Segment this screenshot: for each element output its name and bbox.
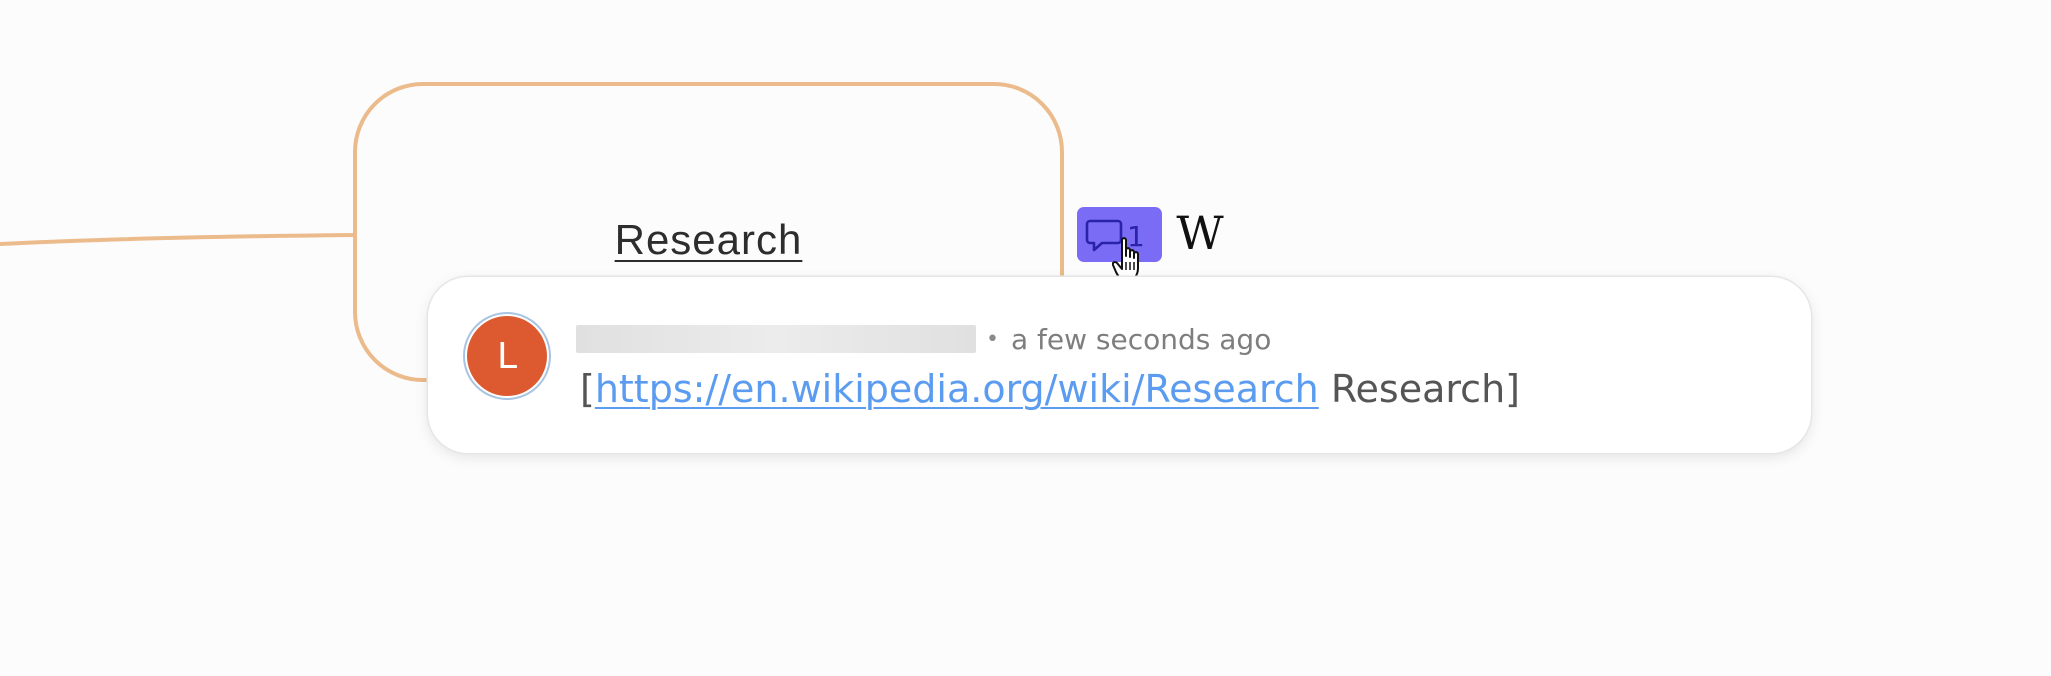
comment-timestamp: a few seconds ago bbox=[1010, 322, 1272, 356]
meta-separator: • bbox=[986, 326, 999, 352]
comment-trailing-text: Research] bbox=[1318, 367, 1520, 411]
wikipedia-icon[interactable]: W bbox=[1170, 208, 1230, 258]
avatar: L bbox=[467, 316, 547, 396]
comment-open-bracket: [ bbox=[580, 367, 595, 411]
comment-meta: • a few seconds ago bbox=[576, 319, 1271, 359]
avatar-initial: L bbox=[496, 335, 518, 377]
comment-link[interactable]: https://en.wikipedia.org/wiki/Research bbox=[595, 367, 1319, 411]
mindmap-canvas[interactable]: Research 1 W L • a few seconds ago [http… bbox=[0, 0, 2051, 676]
node-title[interactable]: Research bbox=[357, 216, 1060, 264]
comment-body: [https://en.wikipedia.org/wiki/Research … bbox=[580, 367, 1520, 411]
comment-popup: L • a few seconds ago [https://en.wikipe… bbox=[428, 277, 1811, 453]
author-name-redacted bbox=[576, 325, 976, 353]
